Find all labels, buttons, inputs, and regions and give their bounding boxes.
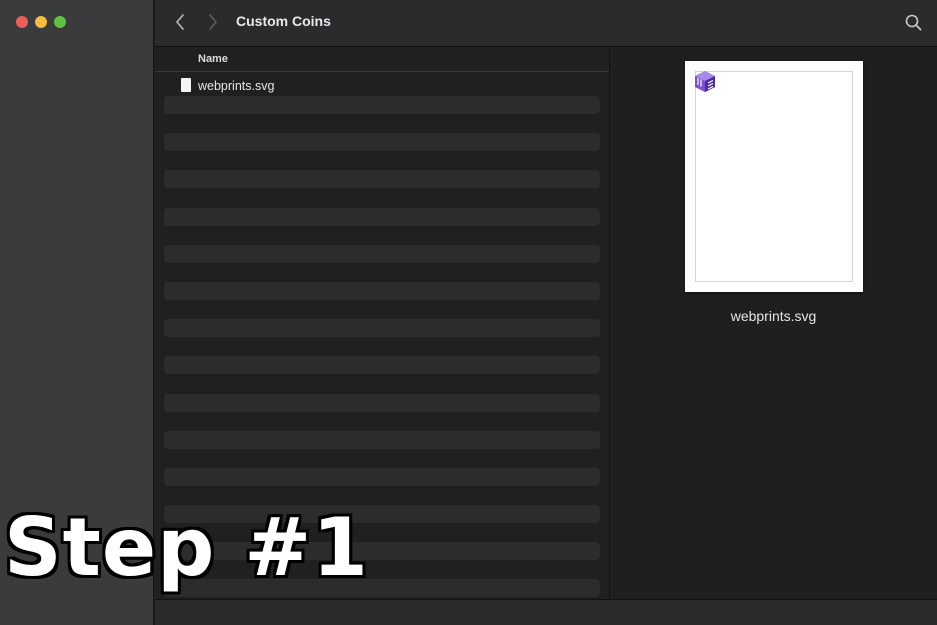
- minimize-window-button[interactable]: [35, 16, 47, 28]
- forward-button[interactable]: [202, 10, 224, 34]
- search-icon: [905, 14, 921, 30]
- logo-icon: [695, 71, 715, 92]
- step-caption-overlay: Step #1: [4, 501, 369, 594]
- toolbar: Custom Coins: [155, 0, 937, 47]
- status-bar: [155, 599, 937, 625]
- preview-file-name: webprints.svg: [730, 308, 817, 324]
- file-row[interactable]: webprints.svg: [164, 76, 600, 96]
- file-name: webprints.svg: [198, 79, 275, 93]
- chevron-left-icon: [176, 14, 184, 30]
- column-header-label: Name: [198, 53, 228, 65]
- finder-window: Custom Coins Name webprints.svg webprint…: [0, 0, 937, 625]
- window-title: Custom Coins: [236, 13, 331, 29]
- back-button[interactable]: [169, 10, 191, 34]
- close-window-button[interactable]: [16, 16, 28, 28]
- artboard-border: [695, 71, 853, 282]
- preview-pane: webprints.svg: [610, 48, 937, 599]
- document-icon: [181, 78, 191, 92]
- chevron-right-icon: [209, 14, 217, 30]
- file-preview-thumbnail[interactable]: [685, 61, 863, 292]
- zoom-window-button[interactable]: [54, 16, 66, 28]
- search-button[interactable]: [903, 12, 923, 32]
- name-column-header[interactable]: Name: [155, 48, 609, 72]
